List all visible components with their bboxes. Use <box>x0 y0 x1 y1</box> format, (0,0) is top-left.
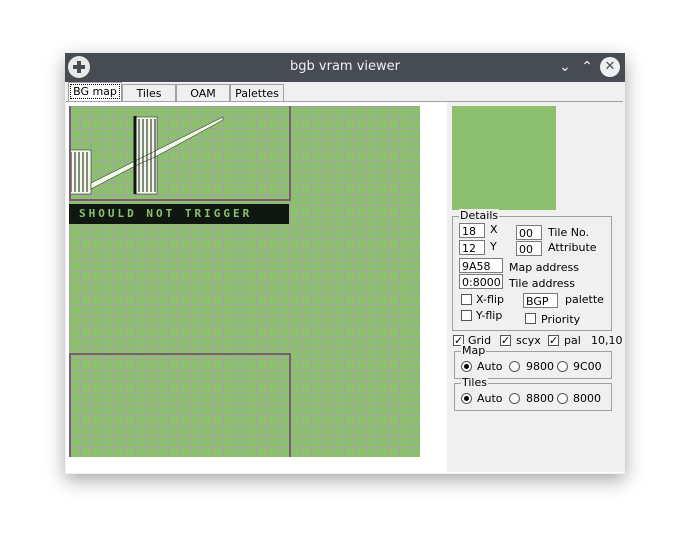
tile-preview <box>452 106 556 210</box>
map-auto-radio[interactable] <box>461 361 472 372</box>
tile-address-label: Tile address <box>509 277 575 290</box>
tile-no-field[interactable]: 00 <box>516 225 542 240</box>
tab-bg-map[interactable]: BG map <box>68 82 122 103</box>
details-legend: Details <box>459 209 500 222</box>
close-icon[interactable]: ✕ <box>600 57 620 77</box>
map-legend: Map <box>461 344 487 357</box>
priority-checkbox[interactable] <box>525 313 536 324</box>
bg-map-banner: SHOULD NOT TRIGGER <box>69 204 289 224</box>
priority-label: Priority <box>541 313 581 326</box>
tab-oam[interactable]: OAM <box>176 84 230 102</box>
map-9800-radio[interactable] <box>509 361 520 372</box>
tiles-group: Tiles Auto 8800 8000 <box>454 376 612 411</box>
tile-no-label: Tile No. <box>548 226 590 239</box>
tab-palettes-label: Palettes <box>235 87 279 100</box>
tab-bg-map-label: BG map <box>70 84 120 99</box>
tiles-legend: Tiles <box>461 376 488 389</box>
xflip-label: X-flip <box>476 293 504 306</box>
yflip-label: Y-flip <box>476 309 503 322</box>
scyx-checkbox[interactable]: ✓ <box>500 335 511 346</box>
viewport-frame-bottom <box>69 353 291 457</box>
minimize-icon[interactable]: ⌄ <box>555 57 575 77</box>
x-field[interactable]: 18 <box>459 223 485 238</box>
map-address-label: Map address <box>509 261 579 274</box>
attribute-label: Attribute <box>548 241 597 254</box>
tiles-8000-label: 8000 <box>573 392 601 405</box>
y-field[interactable]: 12 <box>459 240 485 255</box>
tab-bar: BG map Tiles OAM Palettes <box>65 82 625 103</box>
y-label: Y <box>490 240 497 253</box>
tab-oam-label: OAM <box>190 87 216 100</box>
scyx-label: scyx <box>516 334 541 347</box>
attribute-field[interactable]: 00 <box>516 241 542 256</box>
tiles-8000-radio[interactable] <box>557 393 568 404</box>
map-group: Map Auto 9800 9C00 <box>454 344 612 379</box>
vram-viewer-window: bgb vram viewer ⌄ ⌃ ✕ BG map Tiles OAM P… <box>65 53 625 474</box>
bg-map-canvas[interactable]: SHOULD NOT TRIGGER <box>69 106 420 457</box>
maximize-icon[interactable]: ⌃ <box>577 57 597 77</box>
viewport-frame-top <box>69 106 291 201</box>
window-title: bgb vram viewer <box>290 59 400 74</box>
map-address-field[interactable]: 9A58 <box>459 258 503 273</box>
yflip-checkbox[interactable] <box>461 310 472 321</box>
tiles-8800-radio[interactable] <box>509 393 520 404</box>
tab-palettes[interactable]: Palettes <box>230 84 284 102</box>
xflip-checkbox[interactable] <box>461 294 472 305</box>
pal-label: pal <box>564 334 581 347</box>
tiles-8800-label: 8800 <box>526 392 554 405</box>
map-auto-label: Auto <box>477 360 503 373</box>
map-9c00-radio[interactable] <box>557 361 568 372</box>
tab-tiles-label: Tiles <box>136 87 162 100</box>
map-9c00-label: 9C00 <box>573 360 602 373</box>
palette-label: palette <box>565 293 604 306</box>
pal-checkbox[interactable]: ✓ <box>548 335 559 346</box>
palette-field[interactable]: BGP <box>523 293 558 308</box>
cursor-coords: 10,10 <box>591 334 623 347</box>
map-9800-label: 9800 <box>526 360 554 373</box>
title-bar[interactable]: bgb vram viewer ⌄ ⌃ ✕ <box>65 53 625 82</box>
x-label: X <box>490 223 498 236</box>
tile-address-field[interactable]: 0:8000 <box>459 274 503 289</box>
tiles-auto-label: Auto <box>477 392 503 405</box>
tiles-auto-radio[interactable] <box>461 393 472 404</box>
tab-tiles[interactable]: Tiles <box>122 84 176 102</box>
details-group: Details 18 X 00 Tile No. 12 Y 00 Attribu… <box>452 209 612 331</box>
